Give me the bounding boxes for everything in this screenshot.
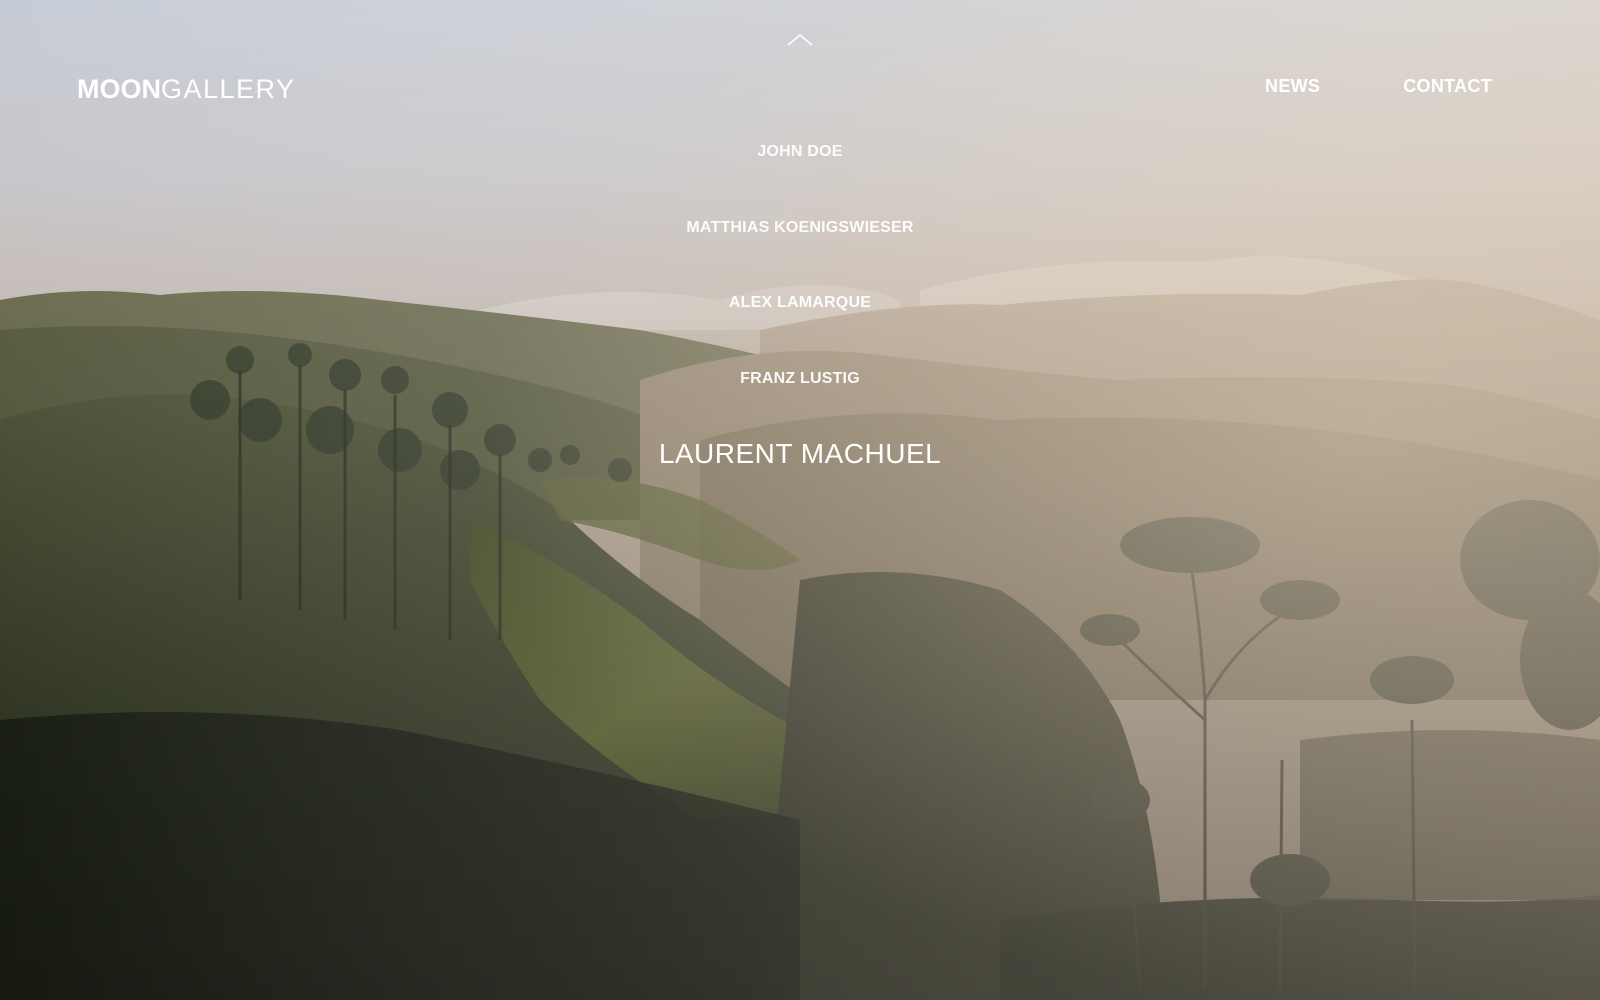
artist-link-matthias-koenigswieser[interactable]: MATTHIAS KOENIGSWIESER: [0, 219, 1600, 237]
hero-section: MOONGALLERY NEWS CONTACT JOHN DOE MATTHI…: [0, 0, 1600, 1000]
nav-link-news[interactable]: NEWS: [1265, 76, 1320, 97]
nav-link-contact[interactable]: CONTACT: [1403, 76, 1492, 97]
chevron-up-icon[interactable]: [786, 32, 814, 48]
artist-link-franz-lustig[interactable]: FRANZ LUSTIG: [0, 370, 1600, 388]
main-nav: NEWS CONTACT: [1265, 76, 1492, 97]
logo-part-bold: MOON: [77, 74, 161, 104]
artist-link-john-doe[interactable]: JOHN DOE: [0, 143, 1600, 161]
logo[interactable]: MOONGALLERY: [77, 74, 296, 104]
logo-part-light: GALLERY: [161, 74, 296, 104]
artist-link-alex-lamarque[interactable]: ALEX LAMARQUE: [0, 294, 1600, 312]
artist-link-laurent-machuel-active[interactable]: LAURENT MACHUEL: [0, 438, 1600, 470]
